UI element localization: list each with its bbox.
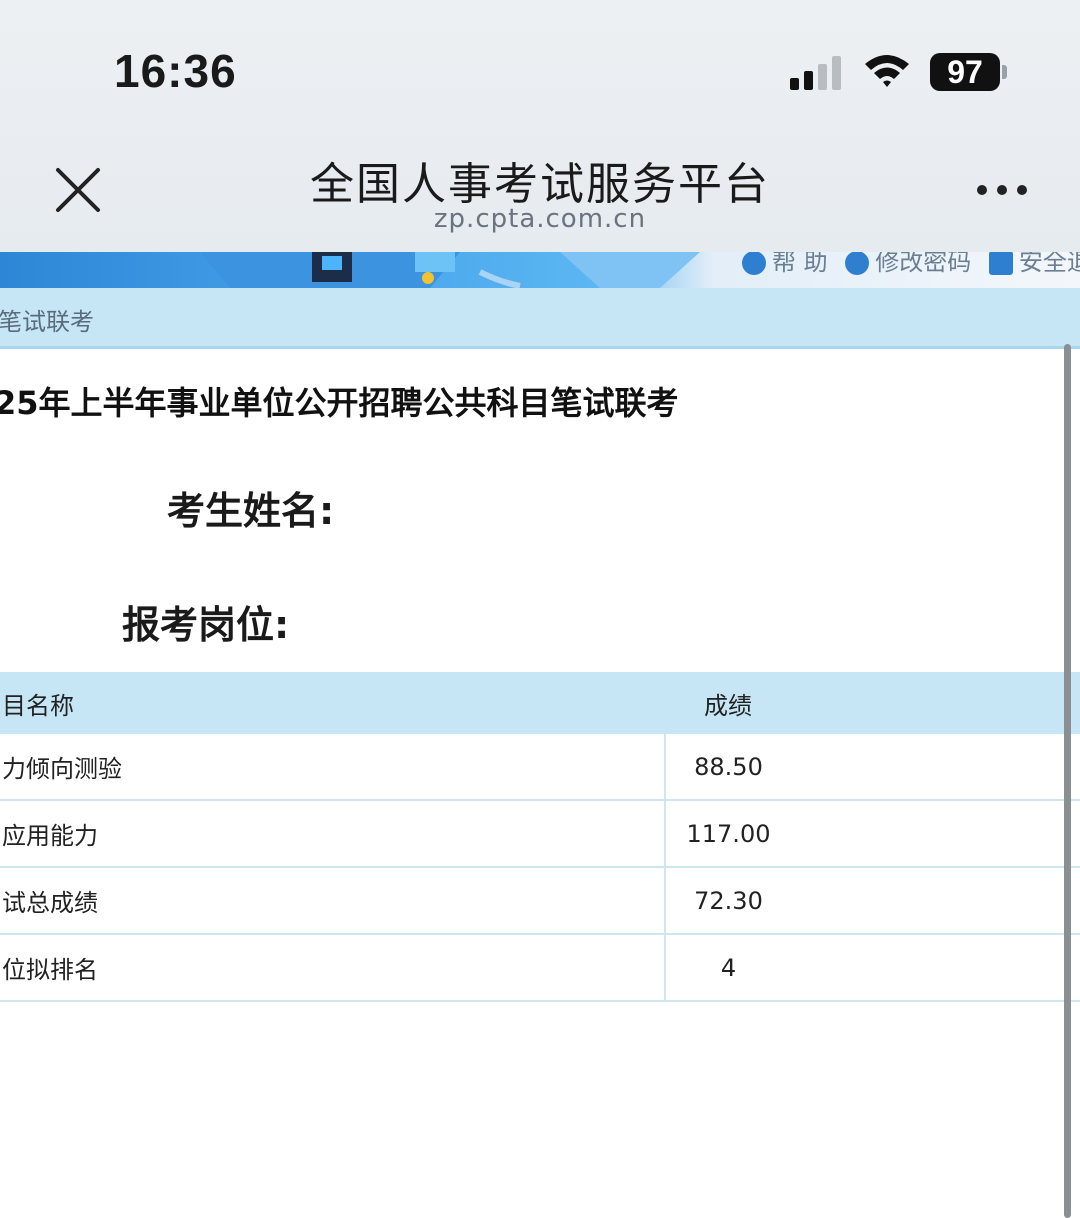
signal-icon: [790, 56, 841, 90]
breadcrumb: 笔试联考: [0, 308, 94, 336]
more-icon[interactable]: [972, 178, 1032, 202]
table-header-row: 目名称 成绩: [0, 672, 1080, 734]
logout-icon: [988, 252, 1013, 275]
page-domain: zp.cpta.com.cn: [433, 204, 647, 234]
table-row: 位拟排名 4: [0, 934, 1080, 1002]
battery-icon: 97: [930, 53, 1000, 91]
table-row: 试总成绩 72.30: [0, 867, 1080, 935]
subject-cell: 位拟排名: [0, 934, 665, 1002]
battery-tip: [1002, 65, 1007, 79]
logout-link[interactable]: 安全退: [1019, 252, 1080, 276]
browser-top-area: 16:36 97 全国人事考试服务平台 zp.cpta.com.cn: [0, 0, 1080, 252]
breadcrumb-bar: 笔试联考: [0, 288, 1080, 349]
subject-cell: 试总成绩: [0, 867, 665, 935]
score-cell: 72.30: [664, 867, 1080, 935]
position-label: 报考岗位:: [122, 603, 290, 647]
subject-column-header: 目名称: [0, 672, 665, 734]
site-banner: 帮 助 修改密码 安全退: [0, 252, 1080, 288]
battery-level: 97: [947, 54, 983, 90]
candidate-name-label: 考生姓名:: [167, 489, 335, 533]
wifi-icon: [865, 55, 909, 87]
table-row: 力倾向测验 88.50: [0, 734, 1080, 801]
banner-illustration: [200, 252, 700, 288]
page-title: 全国人事考试服务平台: [310, 159, 770, 210]
help-icon: [742, 252, 766, 275]
subject-cell: 应用能力: [0, 800, 665, 868]
banner-links: 帮 助 修改密码 安全退: [742, 252, 1080, 278]
score-column-header: 成绩: [665, 672, 1080, 734]
table-row: 应用能力 117.00: [0, 800, 1080, 868]
score-cell: 4: [664, 934, 1080, 1002]
exam-title: 25年上半年事业单位公开招聘公共科目笔试联考: [0, 384, 679, 422]
score-table: 目名称 成绩 力倾向测验 88.50 应用能力 117.00 试总成绩 72.3…: [0, 672, 1080, 1002]
scrollbar[interactable]: [1064, 344, 1071, 1218]
subject-cell: 力倾向测验: [0, 734, 665, 801]
help-link[interactable]: 帮 助: [772, 252, 828, 276]
password-icon: [845, 252, 870, 275]
change-password-link[interactable]: 修改密码: [875, 252, 971, 276]
score-cell: 88.50: [664, 734, 1080, 801]
score-cell: 117.00: [664, 800, 1080, 868]
status-time: 16:36: [114, 45, 237, 97]
